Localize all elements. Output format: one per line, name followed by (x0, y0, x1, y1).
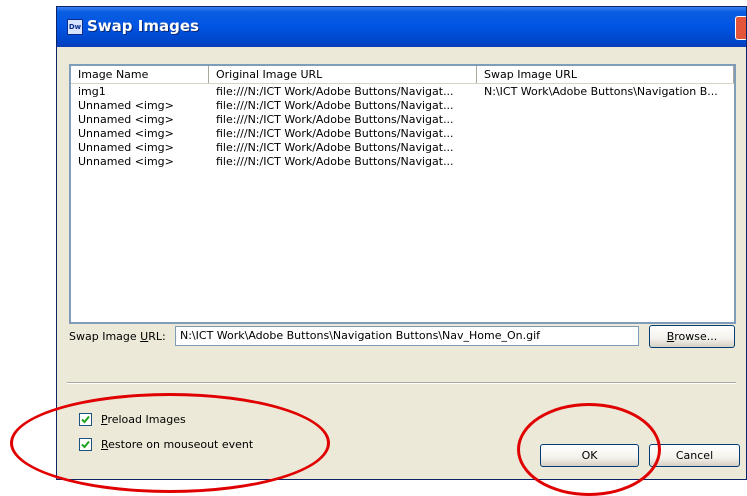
preload-text: reload Images (107, 412, 186, 426)
restore-on-mouseout-checkbox[interactable] (79, 437, 92, 451)
restore-text: estore on mouseout event (108, 437, 254, 451)
label-prefix: Swap Image (69, 330, 141, 343)
row-swap-url (477, 99, 734, 113)
column-header-swap-url[interactable]: Swap Image URL (477, 66, 734, 83)
row-swap-url (477, 113, 734, 127)
row-original-url: file:///N:/ICT Work/Adobe Buttons/Naviga… (216, 113, 454, 126)
checkmark-icon (81, 415, 90, 423)
row-image-name: Unnamed <img> (78, 155, 174, 168)
row-original-url: file:///N:/ICT Work/Adobe Buttons/Naviga… (216, 99, 454, 112)
title-bar[interactable]: Dw Swap Images (57, 7, 746, 47)
cancel-button[interactable]: Cancel (649, 444, 740, 467)
dreamweaver-icon: Dw (67, 19, 83, 35)
browse-label: rowse... (674, 330, 718, 343)
restore-on-mouseout-label: Restore on mouseout event (101, 438, 253, 451)
row-image-name: Unnamed <img> (78, 113, 174, 126)
table-row[interactable]: Unnamed <img> file:///N:/ICT Work/Adobe … (71, 141, 734, 155)
table-row[interactable]: Unnamed <img> file:///N:/ICT Work/Adobe … (71, 99, 734, 113)
checkmark-icon (81, 440, 90, 448)
row-swap-url (477, 141, 734, 155)
list-header: Image Name Original Image URL Swap Image… (71, 66, 734, 84)
row-swap-url (477, 155, 734, 169)
table-row[interactable]: img1 file:///N:/ICT Work/Adobe Buttons/N… (71, 85, 734, 99)
preload-images-checkbox[interactable] (79, 412, 92, 426)
row-original-url: file:///N:/ICT Work/Adobe Buttons/Naviga… (216, 141, 454, 154)
row-image-name: img1 (78, 85, 106, 98)
swap-images-dialog: Dw Swap Images Image Name Original Image… (56, 6, 747, 480)
restore-on-mouseout-option[interactable]: Restore on mouseout event (79, 436, 253, 452)
preload-images-option[interactable]: Preload Images (79, 411, 186, 427)
row-swap-url: N:\ICT Work\Adobe Buttons\Navigation B..… (484, 85, 718, 98)
row-image-name: Unnamed <img> (78, 127, 174, 140)
column-header-original-url[interactable]: Original Image URL (209, 66, 477, 83)
column-header-image-name[interactable]: Image Name (71, 66, 209, 83)
swap-image-url-label: Swap Image URL: (69, 330, 166, 344)
table-row[interactable]: Unnamed <img> file:///N:/ICT Work/Adobe … (71, 127, 734, 141)
row-original-url: file:///N:/ICT Work/Adobe Buttons/Naviga… (216, 155, 454, 168)
ok-button[interactable]: OK (540, 444, 639, 467)
browse-button[interactable]: Browse... (649, 325, 735, 348)
row-swap-url (477, 127, 734, 141)
image-list[interactable]: Image Name Original Image URL Swap Image… (69, 64, 736, 324)
table-row[interactable]: Unnamed <img> file:///N:/ICT Work/Adobe … (71, 155, 734, 169)
divider (67, 382, 736, 384)
row-original-url: file:///N:/ICT Work/Adobe Buttons/Naviga… (216, 85, 454, 98)
close-button[interactable] (735, 16, 746, 40)
swap-image-url-input[interactable]: N:\ICT Work\Adobe Buttons\Navigation But… (175, 326, 639, 346)
table-row[interactable]: Unnamed <img> file:///N:/ICT Work/Adobe … (71, 113, 734, 127)
row-image-name: Unnamed <img> (78, 141, 174, 154)
label-mnemonic: U (140, 330, 149, 343)
preload-images-label: Preload Images (101, 413, 186, 426)
row-image-name: Unnamed <img> (78, 99, 174, 112)
window-title: Swap Images (87, 17, 199, 35)
list-rows: img1 file:///N:/ICT Work/Adobe Buttons/N… (71, 85, 734, 169)
row-original-url: file:///N:/ICT Work/Adobe Buttons/Naviga… (216, 127, 454, 140)
label-suffix: RL: (148, 330, 166, 343)
